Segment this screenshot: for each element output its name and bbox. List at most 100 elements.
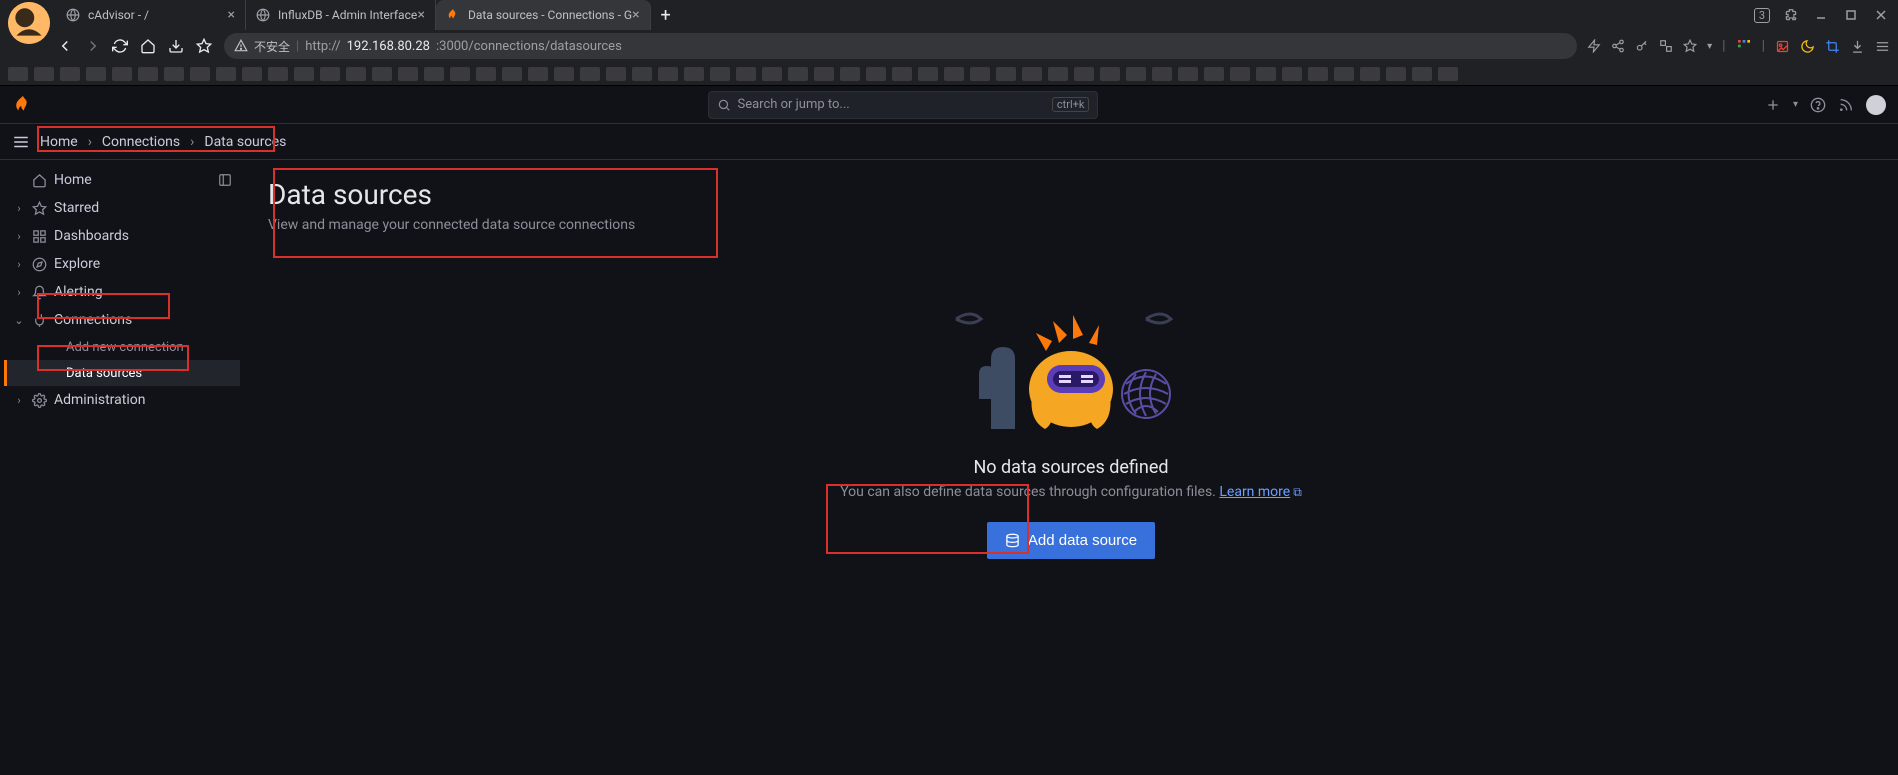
share-icon[interactable]	[1611, 39, 1625, 53]
sidebar-item-connections[interactable]: ⌄ Connections	[4, 306, 240, 334]
bookmark-item[interactable]	[1178, 67, 1198, 81]
bookmark-item[interactable]	[944, 67, 964, 81]
sidebar-item-explore[interactable]: › Explore	[4, 250, 240, 278]
bookmark-item[interactable]	[658, 67, 678, 81]
close-icon[interactable]	[1872, 6, 1890, 24]
address-bar[interactable]: 不安全 | http://192.168.80.28:3000/connecti…	[224, 33, 1577, 59]
learn-more-link[interactable]: Learn more	[1219, 484, 1290, 500]
new-tab-button[interactable]: +	[651, 5, 681, 26]
bookmark-item[interactable]	[60, 67, 80, 81]
bookmark-item[interactable]	[294, 67, 314, 81]
bookmark-item[interactable]	[892, 67, 912, 81]
bookmark-item[interactable]	[1022, 67, 1042, 81]
sidebar-item-starred[interactable]: › Starred	[4, 194, 240, 222]
sidebar-sub-add-connection[interactable]: Add new connection	[4, 334, 240, 360]
bookmark-item[interactable]	[554, 67, 574, 81]
bookmark-item[interactable]	[164, 67, 184, 81]
profile-avatar[interactable]	[8, 2, 50, 44]
bookmark-item[interactable]	[1386, 67, 1406, 81]
minimize-icon[interactable]	[1812, 6, 1830, 24]
bookmark-item[interactable]	[970, 67, 990, 81]
sidebar-item-alerting[interactable]: › Alerting	[4, 278, 240, 306]
bookmark-item[interactable]	[814, 67, 834, 81]
bookmark-item[interactable]	[8, 67, 28, 81]
browser-tab[interactable]: cAdvisor - / ×	[56, 0, 246, 30]
menu-icon[interactable]	[1875, 39, 1890, 54]
bookmark-item[interactable]	[632, 67, 652, 81]
breadcrumb-connections[interactable]: Connections	[102, 134, 180, 150]
bookmark-item[interactable]	[1074, 67, 1094, 81]
apps-icon[interactable]	[1736, 38, 1752, 54]
breadcrumb-home[interactable]: Home	[40, 134, 78, 150]
key-icon[interactable]	[1635, 39, 1649, 53]
search-input[interactable]: Search or jump to... ctrl+k	[708, 91, 1098, 119]
sidebar-item-administration[interactable]: › Administration	[4, 386, 240, 414]
bookmark-icon[interactable]	[1683, 39, 1697, 53]
moon-icon[interactable]	[1800, 39, 1815, 54]
user-avatar[interactable]	[1866, 95, 1886, 115]
sidebar-item-dashboards[interactable]: › Dashboards	[4, 222, 240, 250]
bookmark-item[interactable]	[788, 67, 808, 81]
bookmark-item[interactable]	[1438, 67, 1458, 81]
dock-icon[interactable]	[218, 173, 232, 187]
browser-tab[interactable]: Data sources - Connections - G ×	[436, 0, 651, 30]
bookmark-item[interactable]	[528, 67, 548, 81]
bookmark-item[interactable]	[138, 67, 158, 81]
bookmark-item[interactable]	[1230, 67, 1250, 81]
crop-icon[interactable]	[1825, 39, 1840, 54]
bookmark-item[interactable]	[320, 67, 340, 81]
bookmark-item[interactable]	[450, 67, 470, 81]
bookmark-item[interactable]	[1308, 67, 1328, 81]
home-icon[interactable]	[140, 38, 158, 54]
bookmark-item[interactable]	[1360, 67, 1380, 81]
back-icon[interactable]	[56, 37, 74, 55]
bookmark-item[interactable]	[112, 67, 132, 81]
bookmark-item[interactable]	[866, 67, 886, 81]
tab-count-badge[interactable]: 3	[1754, 8, 1770, 23]
translate-icon[interactable]	[1659, 39, 1673, 53]
bookmark-item[interactable]	[372, 67, 392, 81]
bookmark-item[interactable]	[502, 67, 522, 81]
add-data-source-button[interactable]: Add data source	[987, 522, 1155, 559]
bookmark-item[interactable]	[476, 67, 496, 81]
bookmark-item[interactable]	[736, 67, 756, 81]
bookmark-item[interactable]	[918, 67, 938, 81]
bookmark-item[interactable]	[996, 67, 1016, 81]
sidebar-sub-data-sources[interactable]: Data sources	[4, 360, 240, 386]
download-icon[interactable]	[168, 38, 186, 54]
chevron-down-icon[interactable]: ▾	[1793, 99, 1798, 110]
close-icon[interactable]: ×	[632, 7, 639, 23]
bookmark-item[interactable]	[1412, 67, 1432, 81]
star-icon[interactable]	[196, 38, 214, 54]
bookmark-item[interactable]	[216, 67, 236, 81]
flash-icon[interactable]	[1587, 39, 1601, 53]
grafana-logo-icon[interactable]	[12, 94, 34, 116]
bookmark-item[interactable]	[1282, 67, 1302, 81]
bookmark-item[interactable]	[1256, 67, 1276, 81]
rss-icon[interactable]	[1838, 97, 1854, 113]
bookmark-item[interactable]	[684, 67, 704, 81]
bookmark-item[interactable]	[34, 67, 54, 81]
hamburger-icon[interactable]	[12, 133, 30, 151]
download2-icon[interactable]	[1850, 39, 1865, 54]
bookmark-item[interactable]	[242, 67, 262, 81]
bookmark-item[interactable]	[580, 67, 600, 81]
maximize-icon[interactable]	[1842, 6, 1860, 24]
close-icon[interactable]: ×	[228, 7, 235, 23]
bookmark-item[interactable]	[1048, 67, 1068, 81]
forward-icon[interactable]	[84, 37, 102, 55]
bookmark-item[interactable]	[762, 67, 782, 81]
help-icon[interactable]	[1810, 97, 1826, 113]
bookmark-item[interactable]	[710, 67, 730, 81]
add-icon[interactable]	[1765, 97, 1781, 113]
ext-icon[interactable]	[1775, 39, 1790, 54]
bookmark-item[interactable]	[1100, 67, 1120, 81]
reload-icon[interactable]	[112, 38, 130, 54]
bookmark-item[interactable]	[1334, 67, 1354, 81]
bookmark-item[interactable]	[398, 67, 418, 81]
close-icon[interactable]: ×	[418, 7, 425, 23]
bookmark-item[interactable]	[1126, 67, 1146, 81]
bookmark-item[interactable]	[268, 67, 288, 81]
extensions-icon[interactable]	[1782, 6, 1800, 24]
bookmark-item[interactable]	[190, 67, 210, 81]
